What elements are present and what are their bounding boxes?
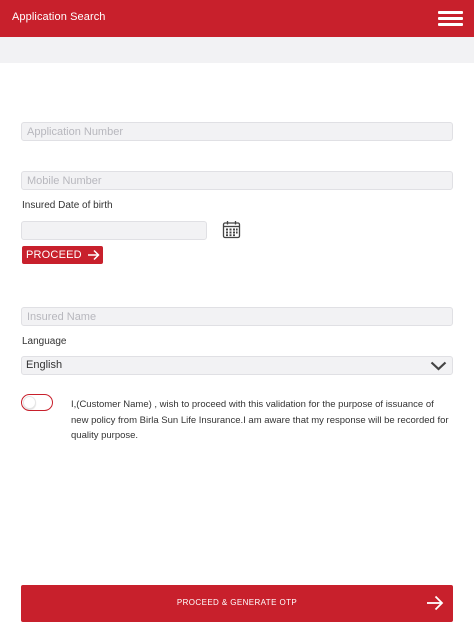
proceed-button[interactable]: PROCEED xyxy=(22,246,103,264)
sub-header-bar xyxy=(0,37,474,63)
page-title: Application Search xyxy=(12,11,106,23)
language-select[interactable]: English xyxy=(21,356,453,375)
language-selected-value: English xyxy=(26,359,63,371)
toggle-knob xyxy=(23,396,36,409)
dob-label: Insured Date of birth xyxy=(22,200,113,211)
dob-input[interactable] xyxy=(21,221,207,240)
top-bar: Application Search xyxy=(0,0,474,37)
proceed-button-label: PROCEED xyxy=(26,249,82,261)
application-number-input[interactable] xyxy=(21,122,453,141)
calendar-icon[interactable] xyxy=(222,220,241,239)
proceed-generate-otp-button[interactable]: PROCEED & GENERATE OTP xyxy=(21,585,453,622)
consent-toggle[interactable] xyxy=(21,394,53,411)
consent-text: I,(Customer Name) , wish to proceed with… xyxy=(71,399,449,441)
arrow-right-icon xyxy=(427,595,444,611)
chevron-down-icon xyxy=(430,361,447,371)
menu-icon[interactable] xyxy=(438,11,463,26)
language-label: Language xyxy=(22,336,67,347)
insured-name-input[interactable] xyxy=(21,307,453,326)
arrow-right-icon xyxy=(88,249,100,261)
generate-otp-label: PROCEED & GENERATE OTP xyxy=(176,598,298,607)
mobile-number-input[interactable] xyxy=(21,171,453,190)
